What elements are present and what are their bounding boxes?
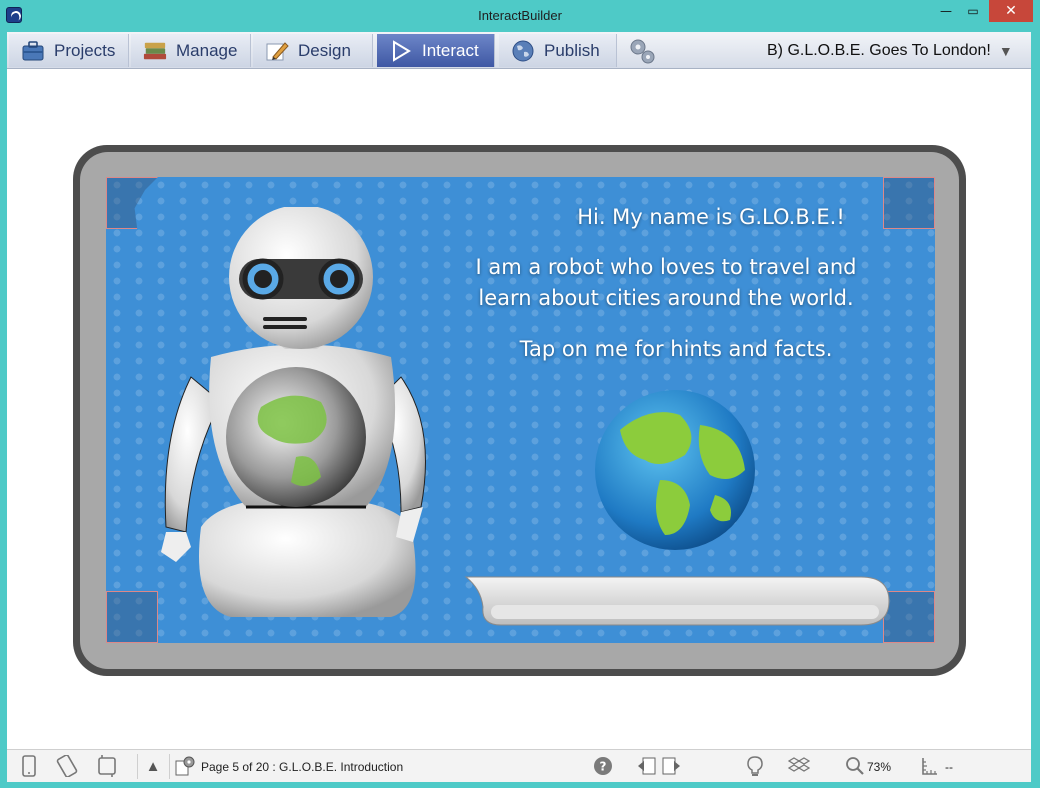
next-page-icon[interactable]: [659, 755, 683, 777]
tab-manage[interactable]: Manage: [131, 34, 251, 67]
tab-label: Interact: [422, 40, 479, 60]
tab-label: Publish: [544, 40, 600, 60]
close-button[interactable]: ✕: [989, 0, 1033, 22]
earth-globe-image[interactable]: [590, 385, 760, 555]
main-toolbar: Projects Manage Design Interact Publish: [7, 32, 1031, 69]
page-canvas[interactable]: Hi. My name is G.LO.B.E.! I am a robot w…: [106, 177, 935, 643]
project-name: B) G.L.O.B.E. Goes To London!: [767, 42, 991, 59]
intro-line-1: I am a robot who loves to travel and: [475, 255, 857, 279]
minimize-button[interactable]: —: [935, 0, 957, 22]
corner-hotspot-top-right[interactable]: [883, 177, 935, 229]
divider: [137, 754, 138, 779]
svg-text:?: ?: [600, 760, 607, 774]
page-settings-icon[interactable]: [173, 755, 197, 777]
title-bar: InteractBuilder — ▭ ✕: [0, 0, 1040, 32]
gear-icon[interactable]: [627, 36, 657, 66]
zoom-level[interactable]: 73%: [867, 760, 891, 774]
position-readout: --: [945, 760, 953, 774]
pencil-icon: [265, 40, 289, 62]
status-bar: ▲ Page 5 of 20 : G.L.O.B.E. Introduction…: [7, 749, 1031, 782]
tab-label: Design: [298, 40, 351, 60]
lightbulb-icon[interactable]: [743, 755, 767, 777]
speech-bubble[interactable]: [461, 575, 891, 627]
phone-landscape-icon[interactable]: [55, 755, 79, 777]
books-icon: [143, 40, 167, 62]
zoom-icon[interactable]: [843, 755, 867, 777]
ruler-icon[interactable]: [917, 755, 941, 777]
tab-projects[interactable]: Projects: [9, 34, 129, 67]
tab-label: Projects: [54, 40, 116, 60]
intro-text: I am a robot who loves to travel and lea…: [426, 252, 906, 314]
help-icon[interactable]: ?: [591, 755, 615, 777]
tab-interact[interactable]: Interact: [377, 34, 495, 67]
intro-line-2: learn about cities around the world.: [478, 286, 854, 310]
robot-character[interactable]: [151, 207, 441, 627]
tab-design[interactable]: Design: [253, 34, 373, 67]
briefcase-icon: [21, 40, 45, 62]
tablet-rotate-icon[interactable]: [95, 755, 119, 777]
chevron-up-icon[interactable]: ▲: [141, 755, 165, 777]
maximize-button[interactable]: ▭: [962, 0, 984, 22]
phone-portrait-icon[interactable]: [17, 755, 41, 777]
window-title: InteractBuilder: [478, 8, 562, 23]
globe-icon: [511, 40, 535, 62]
tab-label: Manage: [176, 40, 238, 60]
greeting-text: Hi. My name is G.LO.B.E.!: [577, 205, 845, 229]
hint-text: Tap on me for hints and facts.: [519, 337, 833, 361]
page-info: Page 5 of 20 : G.L.O.B.E. Introduction: [201, 760, 404, 774]
play-icon: [389, 39, 413, 62]
project-selector[interactable]: B) G.L.O.B.E. Goes To London! ▼: [747, 40, 1029, 62]
main-window: Projects Manage Design Interact Publish: [7, 32, 1031, 782]
previous-page-icon[interactable]: [635, 755, 659, 777]
tab-publish[interactable]: Publish: [499, 34, 617, 67]
chevron-down-icon: ▼: [998, 43, 1013, 59]
divider: [169, 754, 170, 779]
dropbox-icon[interactable]: [787, 755, 811, 777]
